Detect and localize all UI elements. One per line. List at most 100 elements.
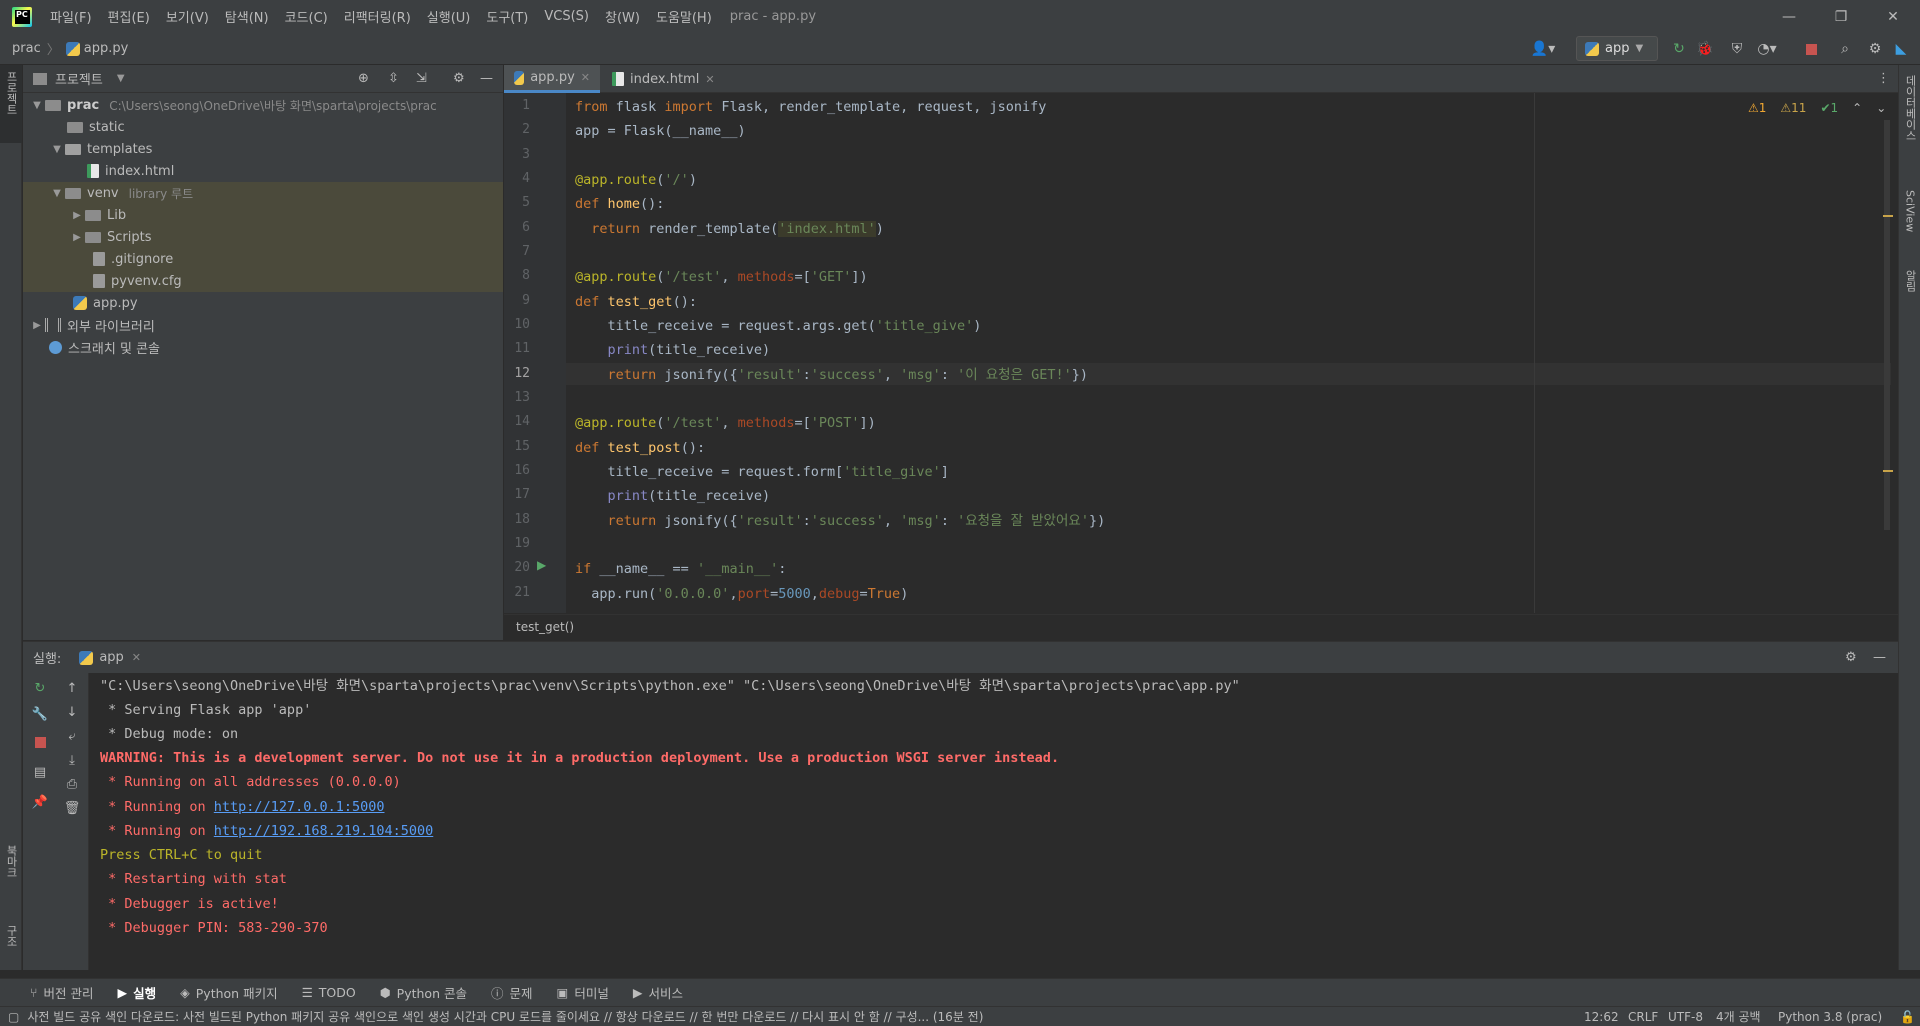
tab-index-html[interactable]: index.html ✕ [602,65,725,93]
more-tabs-icon[interactable]: ⋮ [1877,71,1890,86]
search-icon[interactable]: ⌕ [1834,39,1856,59]
tab-services[interactable]: ▶ 서비스 [633,983,683,1002]
tab-app-py[interactable]: app.py ✕ [504,65,600,93]
lock-icon[interactable]: 🔓 [1900,1010,1915,1024]
run-tab-label[interactable]: app [99,650,123,665]
line-separator[interactable]: CRLF [1628,1010,1658,1024]
inspection-widget[interactable]: ⚠1 ⚠11 ✔1 ⌃ ⌄ [1748,101,1886,115]
menu-window[interactable]: 창(W) [597,7,648,26]
menu-navigate[interactable]: 탐색(N) [217,7,277,26]
debug-icon[interactable]: 🐞 [1694,39,1716,59]
locate-icon[interactable]: ⊕ [358,71,369,86]
tree-item-app-py[interactable]: app.py [23,292,503,314]
gear-icon[interactable]: ⚙ [1845,650,1857,665]
rerun-icon[interactable]: ↻ [1668,39,1690,59]
close-icon[interactable]: ✕ [581,71,590,84]
tree-item-static[interactable]: static [23,116,503,138]
chevron-down-icon[interactable]: ▼ [49,188,65,199]
menu-edit[interactable]: 편집(E) [100,7,158,26]
structure-tool-button[interactable]: 구조 [0,925,22,947]
cursor-position[interactable]: 12:62 [1584,1010,1619,1024]
chevron-right-icon[interactable]: ▶ [29,320,45,331]
expand-all-icon[interactable]: ⇳ [388,71,399,86]
python-interpreter[interactable]: Python 3.8 (prac) [1778,1010,1882,1024]
print-icon[interactable]: ⎙ [63,775,81,793]
project-panel-title[interactable]: 프로젝트 [55,69,103,88]
menu-view[interactable]: 보기(V) [158,7,217,26]
warning-marker[interactable] [1883,215,1893,217]
maximize-button[interactable]: ❐ [1818,0,1864,33]
console-link[interactable]: http://127.0.0.1:5000 [214,799,385,815]
hide-icon[interactable]: — [480,71,493,86]
console-link[interactable]: http://192.168.219.104:5000 [214,823,433,839]
close-icon[interactable]: ✕ [705,73,714,86]
tree-item-lib[interactable]: ▶ Lib [23,204,503,226]
tree-item-prac[interactable]: ▼ prac C:\Users\seong\OneDrive\바탕 화면\spa… [23,94,503,116]
soft-wrap-icon[interactable]: ⤶ [63,727,81,745]
warning-marker[interactable] [1883,470,1893,472]
project-tool-button[interactable]: 프로젝트 [0,65,22,143]
tab-version-control[interactable]: ⑂ 버전 관리 [30,983,94,1002]
stop-icon[interactable] [31,733,49,751]
run-config-selector[interactable]: app ▼ [1576,36,1658,61]
tab-run[interactable]: ▶ 실행 [118,983,157,1002]
arrow-up-icon[interactable]: ↑ [63,679,81,697]
arrow-down-icon[interactable]: ↓ [63,703,81,721]
menu-tools[interactable]: 도구(T) [478,7,536,26]
chevron-down-icon[interactable]: ▼ [29,100,45,111]
tree-item-scratches[interactable]: 스크래치 및 콘솔 [23,336,503,358]
layout-icon[interactable]: ▢ [8,1010,19,1024]
profile-icon[interactable]: ◔▾ [1752,39,1782,59]
tab-python-packages[interactable]: ◈ Python 패키지 [180,983,277,1002]
code-with-me-icon[interactable]: ◣ [1890,39,1912,59]
chevron-right-icon[interactable]: ▶ [69,232,85,243]
status-message[interactable]: 사전 빌드 공유 색인 다운로드: 사전 빌드된 Python 패키지 공유 색… [27,1008,983,1025]
run-gutter-icon[interactable]: ▶ [537,558,546,572]
notifications-tool-button[interactable]: 알림 [1899,270,1920,292]
close-window-button[interactable]: ✕ [1870,0,1916,33]
menu-vcs[interactable]: VCS(S) [536,9,597,24]
breadcrumb-project[interactable]: prac [12,41,41,56]
bookmarks-tool-button[interactable]: 북마크 [0,845,22,878]
chevron-down-icon[interactable]: ▼ [49,144,65,155]
tree-item-gitignore[interactable]: .gitignore [23,248,503,270]
tab-todo[interactable]: ☰ TODO [302,985,356,1000]
user-icon[interactable]: 👤▾ [1528,39,1558,59]
tree-item-pyvenv-cfg[interactable]: pyvenv.cfg [23,270,503,292]
sciview-tool-button[interactable]: SciView [1899,190,1920,232]
tab-python-console[interactable]: ⬢ Python 콘솔 [380,983,467,1002]
hide-icon[interactable]: — [1873,650,1886,665]
editor-scrollbar[interactable] [1884,120,1890,530]
menu-run[interactable]: 실행(U) [419,7,479,26]
breadcrumb-file[interactable]: app.py [84,41,129,56]
minimize-button[interactable]: — [1766,0,1812,33]
stop-icon[interactable] [1800,39,1822,59]
database-tool-button[interactable]: 데이터베이스 [1899,75,1920,141]
scroll-to-end-icon[interactable]: ⤓ [63,751,81,769]
layout-icon[interactable]: ▤ [31,763,49,781]
gear-icon[interactable]: ⚙ [453,71,465,86]
indent-setting[interactable]: 4개 공백 [1716,1008,1761,1025]
tab-problems[interactable]: ⓘ 문제 [491,983,533,1002]
tree-item-external-libraries[interactable]: ▶ 외부 라이브러리 [23,314,503,336]
gear-icon[interactable]: ⚙ [1864,39,1886,59]
menu-help[interactable]: 도움말(H) [648,7,720,26]
function-breadcrumb[interactable]: test_get() [516,620,574,634]
close-icon[interactable]: ✕ [132,651,141,664]
menu-refactor[interactable]: 리팩터링(R) [336,7,419,26]
chevron-right-icon[interactable]: ▶ [69,210,85,221]
file-encoding[interactable]: UTF-8 [1668,1010,1703,1024]
tab-terminal[interactable]: ▣ 터미널 [557,983,609,1002]
chevron-up-icon[interactable]: ⌃ [1852,101,1862,115]
chevron-down-icon[interactable]: ▼ [117,73,125,84]
tree-item-index-html[interactable]: index.html [23,160,503,182]
tree-item-scripts[interactable]: ▶ Scripts [23,226,503,248]
coverage-icon[interactable]: ⛨ [1726,39,1748,59]
rerun-icon[interactable]: ↻ [31,679,49,697]
pin-icon[interactable]: 📌 [31,793,49,811]
wrench-icon[interactable]: 🔧 [31,705,49,723]
tree-item-venv[interactable]: ▼ venv library 루트 [23,182,503,204]
chevron-down-icon[interactable]: ⌄ [1876,101,1886,115]
trash-icon[interactable]: 🗑 [63,799,81,817]
tree-item-templates[interactable]: ▼ templates [23,138,503,160]
